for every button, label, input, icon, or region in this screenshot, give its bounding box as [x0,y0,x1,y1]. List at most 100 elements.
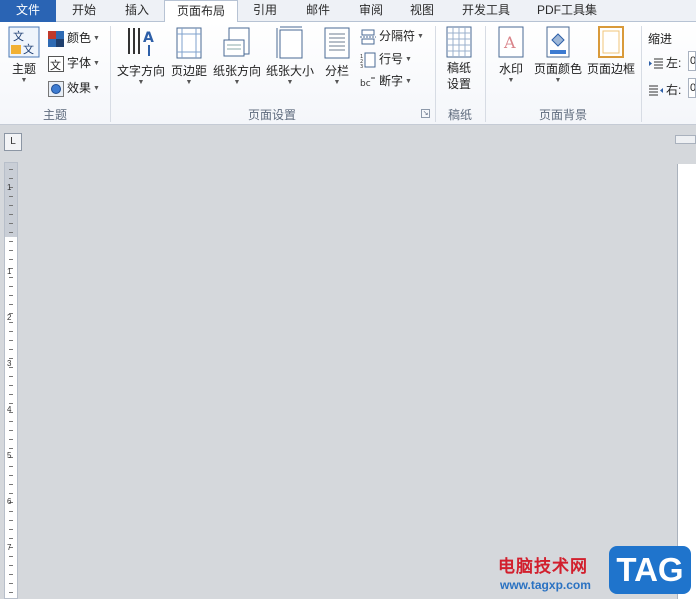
svg-text:A: A [503,33,516,52]
watermark-label: 水印 [498,62,523,76]
theme-colors-button[interactable]: 颜色 ▼ [48,27,100,49]
watermark-tag-logo: TAG [609,546,691,594]
indent-heading: 缩进 [648,32,673,46]
theme-colors-label: 颜色 [67,31,92,45]
ruler-tick [9,574,13,575]
orientation-icon [223,27,250,57]
group-label-page-background: 页面背景 [538,108,587,122]
ruler-tick [9,241,13,242]
chevron-down-icon: ▼ [93,34,100,42]
columns-button[interactable]: 分栏 ▼ [318,26,356,87]
page-borders-icon [598,26,624,58]
breaks-button[interactable]: 分隔符 ▼ [360,25,424,47]
chevron-down-icon: ▼ [233,79,241,86]
ruler-tick [9,331,13,332]
hyphenation-button[interactable]: bc 断字 ▼ [360,70,412,92]
ruler-tick [9,466,13,467]
tab-pdf-tools[interactable]: PDF工具集 [526,0,608,22]
tab-review[interactable]: 审阅 [346,0,396,22]
themes-icon: 文 文 [8,26,40,58]
chevron-down-icon: ▼ [185,79,193,86]
ruler-tick [9,385,13,386]
indent-right-control: 右: [649,79,681,101]
ruler-tick [9,169,13,170]
tab-page-layout[interactable]: 页面布局 [164,0,238,23]
page-size-label: 纸张大小 [265,64,314,78]
theme-fonts-icon: 文 [48,55,64,72]
margins-label: 页边距 [170,64,207,78]
theme-fonts-label: 字体 [67,56,92,70]
breaks-label: 分隔符 [379,29,416,43]
theme-fonts-button[interactable]: 文 字体 ▼ [48,52,100,74]
ruler-number: 6 [7,497,12,506]
svg-text:bc: bc [360,79,371,89]
chevron-down-icon: ▼ [137,79,145,86]
indent-right-input[interactable]: 0 [688,78,696,98]
indent-left-icon [649,58,663,69]
manuscript-setup-label-2: 设置 [446,77,471,91]
tab-references[interactable]: 引用 [240,0,290,22]
ruler-tick [9,223,13,224]
hyphenation-label: 断字 [379,74,404,88]
chevron-down-icon: ▼ [554,77,562,84]
ruler-tick [9,259,13,260]
page-borders-button[interactable]: 页面边框 [586,26,636,77]
ruler-tick [9,304,13,305]
themes-button[interactable]: 文 文 主题 ▼ [6,26,42,85]
vertical-ruler[interactable]: 1 1 2 3 4 5 6 7 [4,162,18,599]
watermark-button[interactable]: A 水印 ▼ [492,26,530,85]
margins-button[interactable]: 页边距 ▼ [168,26,210,87]
columns-label: 分栏 [324,64,349,78]
manuscript-setup-button[interactable]: 稿纸 设置 [440,26,478,92]
page-color-label: 页面颜色 [533,62,582,76]
page-borders-label: 页面边框 [586,62,635,76]
horizontal-ruler[interactable] [675,135,696,144]
ruler-tick [9,376,13,377]
ruler-tick [9,484,13,485]
group-label-theme: 主题 [42,108,67,122]
document-page[interactable] [677,164,696,599]
chevron-down-icon: ▼ [417,32,424,40]
chevron-down-icon: ▼ [405,55,412,63]
ruler-tick [9,340,13,341]
columns-icon [324,27,350,59]
text-direction-button[interactable]: A 文字方向 ▼ [115,26,167,87]
ruler-number: 5 [7,451,12,460]
orientation-button[interactable]: 纸张方向 ▼ [211,26,263,87]
tab-developer[interactable]: 开发工具 [448,0,524,22]
ruler-margin-area [5,163,17,237]
theme-effects-button[interactable]: 效果 ▼ [48,77,100,99]
ribbon: 文 文 主题 ▼ 颜色 ▼ 文 字体 ▼ 效果 ▼ 主题 A 文字方向 ▼ 页边… [0,22,696,125]
ruler-tick [9,439,13,440]
ruler-tick [9,322,13,323]
indent-right-label: 右: [666,83,682,97]
page-size-button[interactable]: 纸张大小 ▼ [264,26,316,87]
tab-mailings[interactable]: 邮件 [292,0,344,22]
chevron-down-icon: ▼ [20,77,28,84]
ruler-tick [9,349,13,350]
indent-left-input[interactable]: 0 [688,51,696,71]
tab-file[interactable]: 文件 [0,0,56,22]
ruler-tick [9,286,13,287]
ruler-tick [9,556,13,557]
tab-selector-button[interactable]: L [4,133,22,151]
svg-text:A: A [143,30,154,46]
ruler-tick [9,277,13,278]
ruler-tick [9,529,13,530]
line-numbers-icon: 1 2 3 [360,52,376,68]
ruler-tick [9,394,13,395]
dialog-launcher-icon[interactable]: ↘ [421,109,430,118]
svg-text:文: 文 [13,29,24,43]
ruler-number: 7 [7,543,12,552]
page-color-button[interactable]: 页面颜色 ▼ [533,26,583,85]
line-numbers-button[interactable]: 1 2 3 行号 ▼ [360,48,412,70]
indent-left-control: 左: [649,52,681,74]
indent-left-label: 左: [666,56,682,70]
indent-right-icon [649,85,663,96]
tab-view[interactable]: 视图 [398,0,446,22]
ruler-tick [9,232,13,233]
tab-home[interactable]: 开始 [58,0,110,22]
ruler-tick [9,421,13,422]
tab-insert[interactable]: 插入 [112,0,162,22]
ruler-number: 1 [7,183,12,192]
